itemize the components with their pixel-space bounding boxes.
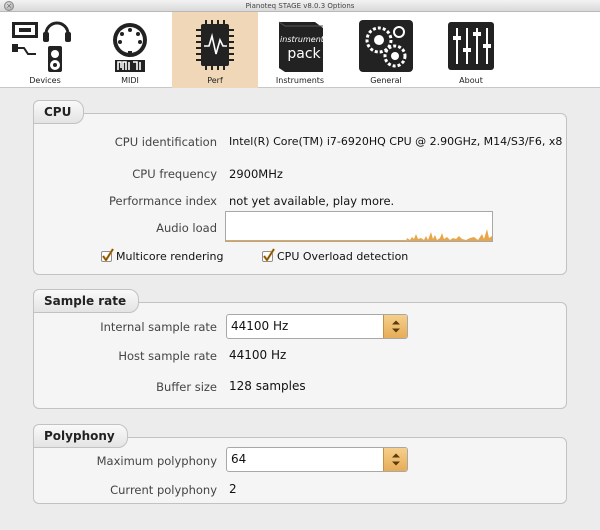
cpu-overload-detection-label: CPU Overload detection [277,250,409,263]
toolbar: Devices MIDI Perf instrument pack Instru… [0,12,600,88]
internal-sample-rate-label: Internal sample rate [100,320,217,334]
audio-load-graph [225,211,493,242]
cpu-group: CPU CPU identification Intel(R) Core(TM)… [33,100,567,275]
tab-instruments[interactable]: instrument pack Instruments [257,12,343,88]
tab-label: Instruments [275,76,325,85]
checkbox-box [101,248,115,263]
buffer-size-value: 128 samples [229,379,306,393]
host-sample-rate-label: Host sample rate [118,349,217,363]
current-polyphony-label: Current polyphony [110,483,217,497]
window-title: Pianoteq STAGE v8.0.3 Options [245,2,355,10]
tab-devices[interactable]: Devices [2,12,88,88]
tab-general[interactable]: General [343,12,429,88]
performance-index-value: not yet available, play more. [229,194,395,208]
instrument-pack-icon: instrument pack [278,21,325,72]
tab-label: Devices [29,76,61,85]
cpu-frequency-label: CPU frequency [132,167,217,181]
cpu-legend: CPU [33,100,85,124]
host-sample-rate-value: 44100 Hz [229,348,287,362]
cpu-identification-value: Intel(R) Core(TM) i7-6920HQ CPU @ 2.90GH… [229,135,563,148]
cpu-overload-detection-checkbox[interactable]: CPU Overload detection [262,248,409,263]
tab-midi[interactable]: MIDI [87,12,173,88]
polyphony-group: Polyphony Maximum polyphony 64 Current p… [33,424,567,504]
select-arrows-icon [383,315,407,338]
gears-icon [359,20,413,72]
multicore-rendering-label: Multicore rendering [116,250,224,263]
tab-label: About [459,76,483,85]
maximum-polyphony-label: Maximum polyphony [96,454,217,468]
checkbox-box [262,248,276,263]
tab-label: MIDI [121,76,139,85]
instrument-pack-text: pack [287,46,321,62]
tab-label: Perf [207,76,223,85]
internal-sample-rate-value: 44100 Hz [231,319,289,333]
audio-load-label: Audio load [156,221,217,235]
mixer-sliders-icon [448,22,494,70]
perf-chip-icon [196,20,234,70]
multicore-rendering-checkbox[interactable]: Multicore rendering [101,248,224,263]
midi-icon [113,23,147,72]
cpu-identification-label: CPU identification [114,135,217,149]
tab-label: General [370,76,402,85]
devices-icon [12,21,71,72]
polyphony-legend: Polyphony [33,424,128,448]
tab-about[interactable]: About [428,12,514,88]
sample-rate-group: Sample rate Internal sample rate 44100 H… [33,289,567,409]
current-polyphony-value: 2 [229,482,237,496]
cpu-frequency-value: 2900MHz [229,167,283,181]
buffer-size-label: Buffer size [156,380,217,394]
title-bar: × Pianoteq STAGE v8.0.3 Options [0,0,600,12]
sample-rate-legend: Sample rate [33,289,140,313]
internal-sample-rate-select[interactable]: 44100 Hz [226,314,408,339]
tab-perf[interactable]: Perf [172,12,258,88]
maximum-polyphony-select[interactable]: 64 [226,447,408,472]
performance-index-label: Performance index [109,194,217,208]
maximum-polyphony-value: 64 [231,452,247,466]
select-arrows-icon [383,448,407,471]
instrument-pack-text: instrument [280,35,325,44]
